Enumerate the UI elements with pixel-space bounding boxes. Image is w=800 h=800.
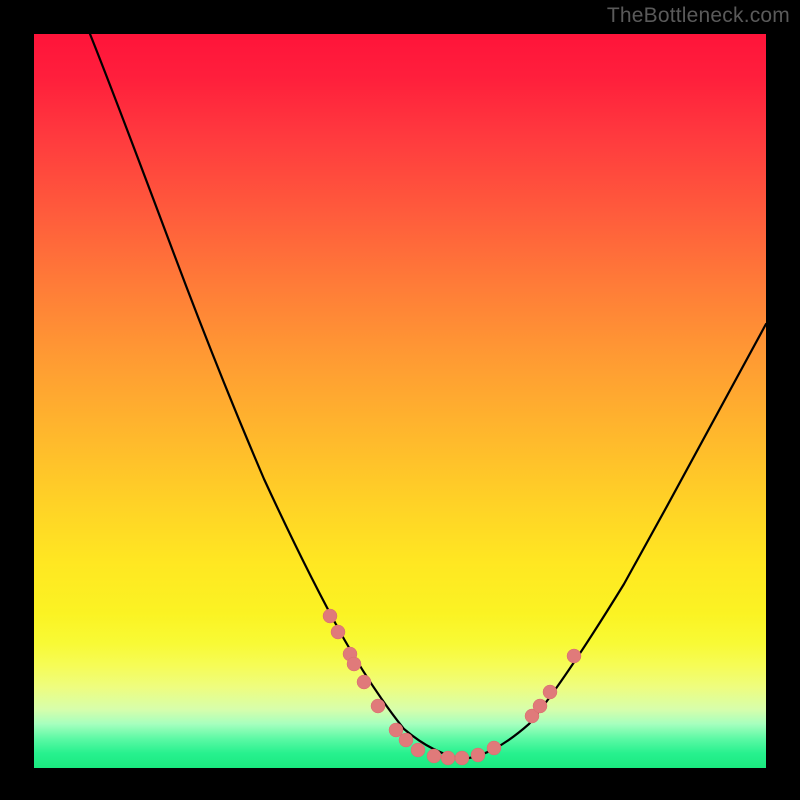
watermark-text: TheBottleneck.com [607, 4, 790, 28]
outer-frame: TheBottleneck.com [0, 0, 800, 800]
curve-layer [34, 34, 766, 768]
highlighted-points [323, 609, 581, 765]
bottleneck-curve [90, 34, 766, 759]
plot-area [34, 34, 766, 768]
